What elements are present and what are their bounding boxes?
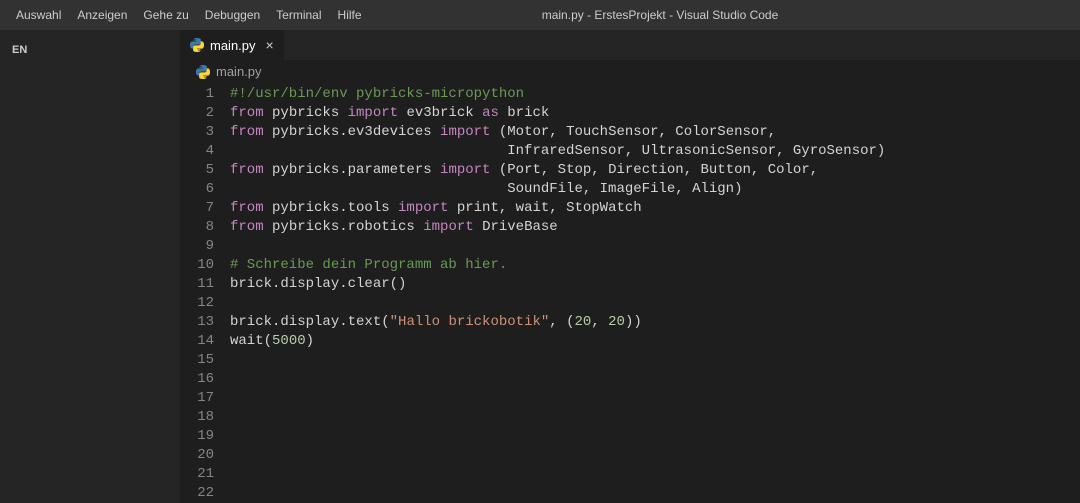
- line-number: 15: [180, 351, 214, 370]
- code-line[interactable]: [230, 294, 1080, 313]
- line-number: 16: [180, 370, 214, 389]
- editor-area: main.py × main.py 1234567891011121314151…: [180, 30, 1080, 503]
- line-number: 7: [180, 199, 214, 218]
- code-line[interactable]: [230, 484, 1080, 503]
- line-number: 20: [180, 446, 214, 465]
- menu-item-terminal[interactable]: Terminal: [268, 4, 329, 26]
- line-number: 14: [180, 332, 214, 351]
- sidebar: EN: [0, 30, 180, 503]
- code-content[interactable]: #!/usr/bin/env pybricks-micropythonfrom …: [230, 85, 1080, 503]
- code-line[interactable]: #!/usr/bin/env pybricks-micropython: [230, 85, 1080, 104]
- code-line[interactable]: [230, 465, 1080, 484]
- code-line[interactable]: InfraredSensor, UltrasonicSensor, GyroSe…: [230, 142, 1080, 161]
- line-number: 5: [180, 161, 214, 180]
- code-line[interactable]: from pybricks.robotics import DriveBase: [230, 218, 1080, 237]
- titlebar: AuswahlAnzeigenGehe zuDebuggenTerminalHi…: [0, 0, 1080, 30]
- line-number: 10: [180, 256, 214, 275]
- code-line[interactable]: # Schreibe dein Programm ab hier.: [230, 256, 1080, 275]
- code-line[interactable]: from pybricks.ev3devices import (Motor, …: [230, 123, 1080, 142]
- line-number: 6: [180, 180, 214, 199]
- line-number: 22: [180, 484, 214, 503]
- breadcrumb[interactable]: main.py: [180, 60, 1080, 83]
- main-area: EN main.py × main.py 1234567891011121314…: [0, 30, 1080, 503]
- line-number: 17: [180, 389, 214, 408]
- menubar: AuswahlAnzeigenGehe zuDebuggenTerminalHi…: [8, 4, 370, 26]
- code-line[interactable]: [230, 427, 1080, 446]
- sidebar-section-label[interactable]: EN: [0, 40, 180, 60]
- code-line[interactable]: [230, 351, 1080, 370]
- line-number: 19: [180, 427, 214, 446]
- code-line[interactable]: [230, 408, 1080, 427]
- line-number: 9: [180, 237, 214, 256]
- tab-main-py[interactable]: main.py ×: [180, 30, 285, 60]
- window-title: main.py - ErstesProjekt - Visual Studio …: [542, 8, 779, 22]
- code-line[interactable]: from pybricks.tools import print, wait, …: [230, 199, 1080, 218]
- menu-item-auswahl[interactable]: Auswahl: [8, 4, 69, 26]
- menu-item-hilfe[interactable]: Hilfe: [330, 4, 370, 26]
- menu-item-debuggen[interactable]: Debuggen: [197, 4, 268, 26]
- close-icon[interactable]: ×: [266, 37, 274, 53]
- code-line[interactable]: [230, 237, 1080, 256]
- code-line[interactable]: wait(5000): [230, 332, 1080, 351]
- line-number: 8: [180, 218, 214, 237]
- code-line[interactable]: SoundFile, ImageFile, Align): [230, 180, 1080, 199]
- breadcrumb-filename: main.py: [216, 64, 262, 79]
- code-line[interactable]: brick.display.clear(): [230, 275, 1080, 294]
- line-number: 18: [180, 408, 214, 427]
- python-icon: [196, 65, 210, 79]
- tab-filename: main.py: [210, 38, 256, 53]
- menu-item-anzeigen[interactable]: Anzeigen: [69, 4, 135, 26]
- line-number: 11: [180, 275, 214, 294]
- code-line[interactable]: [230, 370, 1080, 389]
- tab-bar: main.py ×: [180, 30, 1080, 60]
- python-icon: [190, 38, 204, 52]
- line-number: 13: [180, 313, 214, 332]
- line-number: 3: [180, 123, 214, 142]
- code-editor[interactable]: 12345678910111213141516171819202122 #!/u…: [180, 83, 1080, 503]
- line-number: 12: [180, 294, 214, 313]
- line-number-gutter: 12345678910111213141516171819202122: [180, 85, 230, 503]
- code-line[interactable]: from pybricks.parameters import (Port, S…: [230, 161, 1080, 180]
- code-line[interactable]: brick.display.text("Hallo brickobotik", …: [230, 313, 1080, 332]
- line-number: 1: [180, 85, 214, 104]
- code-line[interactable]: [230, 389, 1080, 408]
- line-number: 21: [180, 465, 214, 484]
- line-number: 2: [180, 104, 214, 123]
- code-line[interactable]: [230, 446, 1080, 465]
- line-number: 4: [180, 142, 214, 161]
- menu-item-gehe-zu[interactable]: Gehe zu: [135, 4, 196, 26]
- code-line[interactable]: from pybricks import ev3brick as brick: [230, 104, 1080, 123]
